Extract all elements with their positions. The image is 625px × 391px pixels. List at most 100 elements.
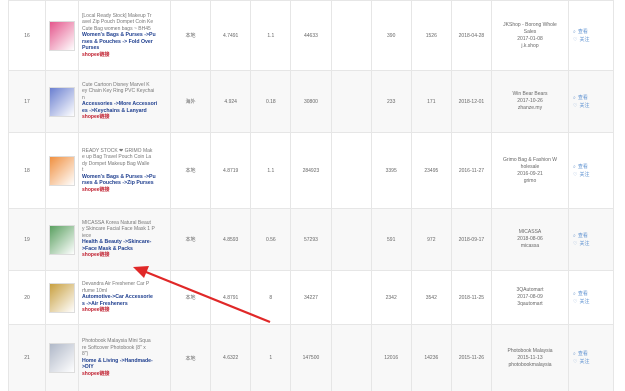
seller-info-line: Win Bear Bears <box>512 91 548 97</box>
table-row[interactable]: 19 MICASSA Korea Natural Beaut y Skincare… <box>8 208 614 271</box>
search-icon: ⌕ <box>573 351 576 357</box>
row-number: 20 <box>8 270 46 325</box>
sold-cell: 284923 <box>290 132 332 209</box>
seller-info-line: 3qautomart <box>517 301 543 307</box>
seller-info-line: 2015-11-13 <box>517 354 543 361</box>
table-row[interactable]: 20 Devandra Air Freshener Car Prfume 10m… <box>8 270 614 325</box>
price-cell: 4.8791 <box>210 270 252 325</box>
product-image[interactable] <box>49 343 75 373</box>
table-row[interactable]: 16 [Local Ready Stock] Makeup Tr avel Zip… <box>8 0 614 71</box>
row-number: 17 <box>8 70 46 133</box>
value-cell-1: 233 <box>370 70 412 133</box>
product-image[interactable] <box>49 224 75 255</box>
price-cell: 4.8593 <box>210 208 252 271</box>
value-cell-1: 591 <box>370 208 412 271</box>
origin-cell: 本地 <box>169 132 212 209</box>
heart-icon: ♡ <box>573 171 578 178</box>
rating-cell: 1.1 <box>250 132 292 209</box>
value-cell-1: 3395 <box>370 132 412 209</box>
rating-cell: 0.56 <box>250 208 292 271</box>
shopee-link[interactable]: shopee链接 <box>82 187 170 194</box>
search-icon: ⌕ <box>573 94 576 101</box>
sold-cell: 147500 <box>290 324 332 391</box>
table-row[interactable]: 21 Photobook Malaysia Mini Squa re Softco… <box>8 324 614 391</box>
sold-cell: 34227 <box>290 270 332 325</box>
view-action[interactable]: ⌕ 查看 <box>573 94 613 102</box>
origin-cell: 本地 <box>169 270 212 325</box>
row-number: 18 <box>8 132 46 209</box>
view-action[interactable]: ⌕ 查看 <box>573 350 613 358</box>
value-cell-1: 2342 <box>370 270 412 325</box>
empty-cell <box>330 0 372 71</box>
empty-cell <box>330 70 372 133</box>
seller-info-line: 3QAutomart <box>516 287 544 293</box>
product-table-body: 16 [Local Ready Stock] Makeup Tr avel Zip… <box>8 0 614 391</box>
product-table-screenshot: 16 [Local Ready Stock] Makeup Tr avel Zip… <box>0 0 625 391</box>
follow-action[interactable]: ♡ 关注 <box>573 36 613 44</box>
product-info-cell: [Local Ready Stock] Makeup Tr avel Zip Po… <box>78 0 171 71</box>
origin-cell: 本地 <box>169 0 212 71</box>
actions-cell: ⌕ 查看 ♡ 关注 <box>568 132 614 209</box>
product-image[interactable] <box>49 86 75 117</box>
empty-cell <box>330 208 372 271</box>
shopee-link[interactable]: shopee链接 <box>82 371 170 378</box>
value-cell-2: 171 <box>410 70 452 133</box>
view-action[interactable]: ⌕ 查看 <box>573 290 613 298</box>
follow-action[interactable]: ♡ 关注 <box>573 171 613 179</box>
seller-info-line: Photobook Malaysia <box>507 347 553 354</box>
follow-action[interactable]: ♡ 关注 <box>573 358 613 366</box>
date-cell: 2016-11-27 <box>450 132 493 209</box>
actions-cell: ⌕ 查看 ♡ 关注 <box>568 270 614 325</box>
view-action[interactable]: ⌕ 查看 <box>573 163 613 171</box>
seller-info-line: Grimo Bag & Fashion W <box>503 156 557 163</box>
rating-cell: 0.18 <box>250 70 292 133</box>
seller-info-line: MICASSA <box>518 229 542 235</box>
value-cell-2: 1526 <box>410 0 452 71</box>
follow-action[interactable]: ♡ 关注 <box>573 298 613 306</box>
follow-action[interactable]: ♡ 关注 <box>573 102 613 110</box>
product-image[interactable] <box>49 20 75 51</box>
product-info-cell: MICASSA Korea Natural Beaut y Skincare Fa… <box>78 208 171 271</box>
seller-info-line: 2017-10-26 <box>517 98 543 104</box>
heart-icon: ♡ <box>573 102 578 109</box>
heart-icon: ♡ <box>573 359 578 365</box>
product-thumbnail-cell <box>45 132 79 209</box>
shopee-link[interactable]: shopee链接 <box>82 52 170 59</box>
seller-cell: Grimo Bag & Fashion Wholesale 2016-09-21 g… <box>491 132 569 209</box>
origin-cell: 本地 <box>169 208 212 271</box>
product-info-cell: Photobook Malaysia Mini Squa re Softcover… <box>78 324 171 391</box>
product-table: 16 [Local Ready Stock] Makeup Tr avel Zip… <box>8 0 614 391</box>
seller-info-line: 2017-08-09 <box>517 294 543 300</box>
search-icon: ⌕ <box>573 232 576 239</box>
product-thumbnail-cell <box>45 324 79 391</box>
table-row[interactable]: 18 READY STOCK ❤ GRIMO Mak e up Bag Trave… <box>8 132 614 209</box>
price-cell: 4.6322 <box>210 324 252 391</box>
table-row[interactable]: 17 Cute Cartoon Disney Marvel Key Chain … <box>8 70 614 133</box>
seller-cell: MICASSA 2018-08-06 micassa <box>491 208 569 271</box>
rating-cell: 1.1 <box>250 0 292 71</box>
actions-cell: ⌕ 查看 ♡ 关注 <box>568 70 614 133</box>
category-path-line[interactable]: Accessories ->More Accessori <box>82 101 170 108</box>
product-image[interactable] <box>49 282 75 313</box>
shopee-link[interactable]: shopee链接 <box>82 307 170 314</box>
seller-info-line: Sales <box>523 28 537 35</box>
rating-cell: 8 <box>250 270 292 325</box>
seller-info-line: JKShop - Borong Whole <box>503 21 557 28</box>
seller-cell: Win Bear Bears 2017-10-26 zhanze.my <box>491 70 569 133</box>
view-action[interactable]: ⌕ 查看 <box>573 232 613 240</box>
sold-cell: 30800 <box>290 70 332 133</box>
empty-cell <box>330 270 372 325</box>
seller-info-line: micassa <box>520 243 540 249</box>
view-action[interactable]: ⌕ 查看 <box>573 28 613 36</box>
actions-cell: ⌕ 查看 ♡ 关注 <box>568 208 614 271</box>
seller-info-line: photobookmalaysia <box>508 361 552 368</box>
follow-action[interactable]: ♡ 关注 <box>573 240 613 248</box>
origin-cell: 海外 <box>169 70 212 133</box>
product-thumbnail-cell <box>45 270 79 325</box>
shopee-link[interactable]: shopee链接 <box>82 114 170 121</box>
seller-info-line: j.k.shop <box>521 42 539 49</box>
price-cell: 4.8719 <box>210 132 252 209</box>
shopee-link[interactable]: shopee链接 <box>82 252 170 259</box>
product-image[interactable] <box>49 155 75 186</box>
empty-cell <box>330 132 372 209</box>
